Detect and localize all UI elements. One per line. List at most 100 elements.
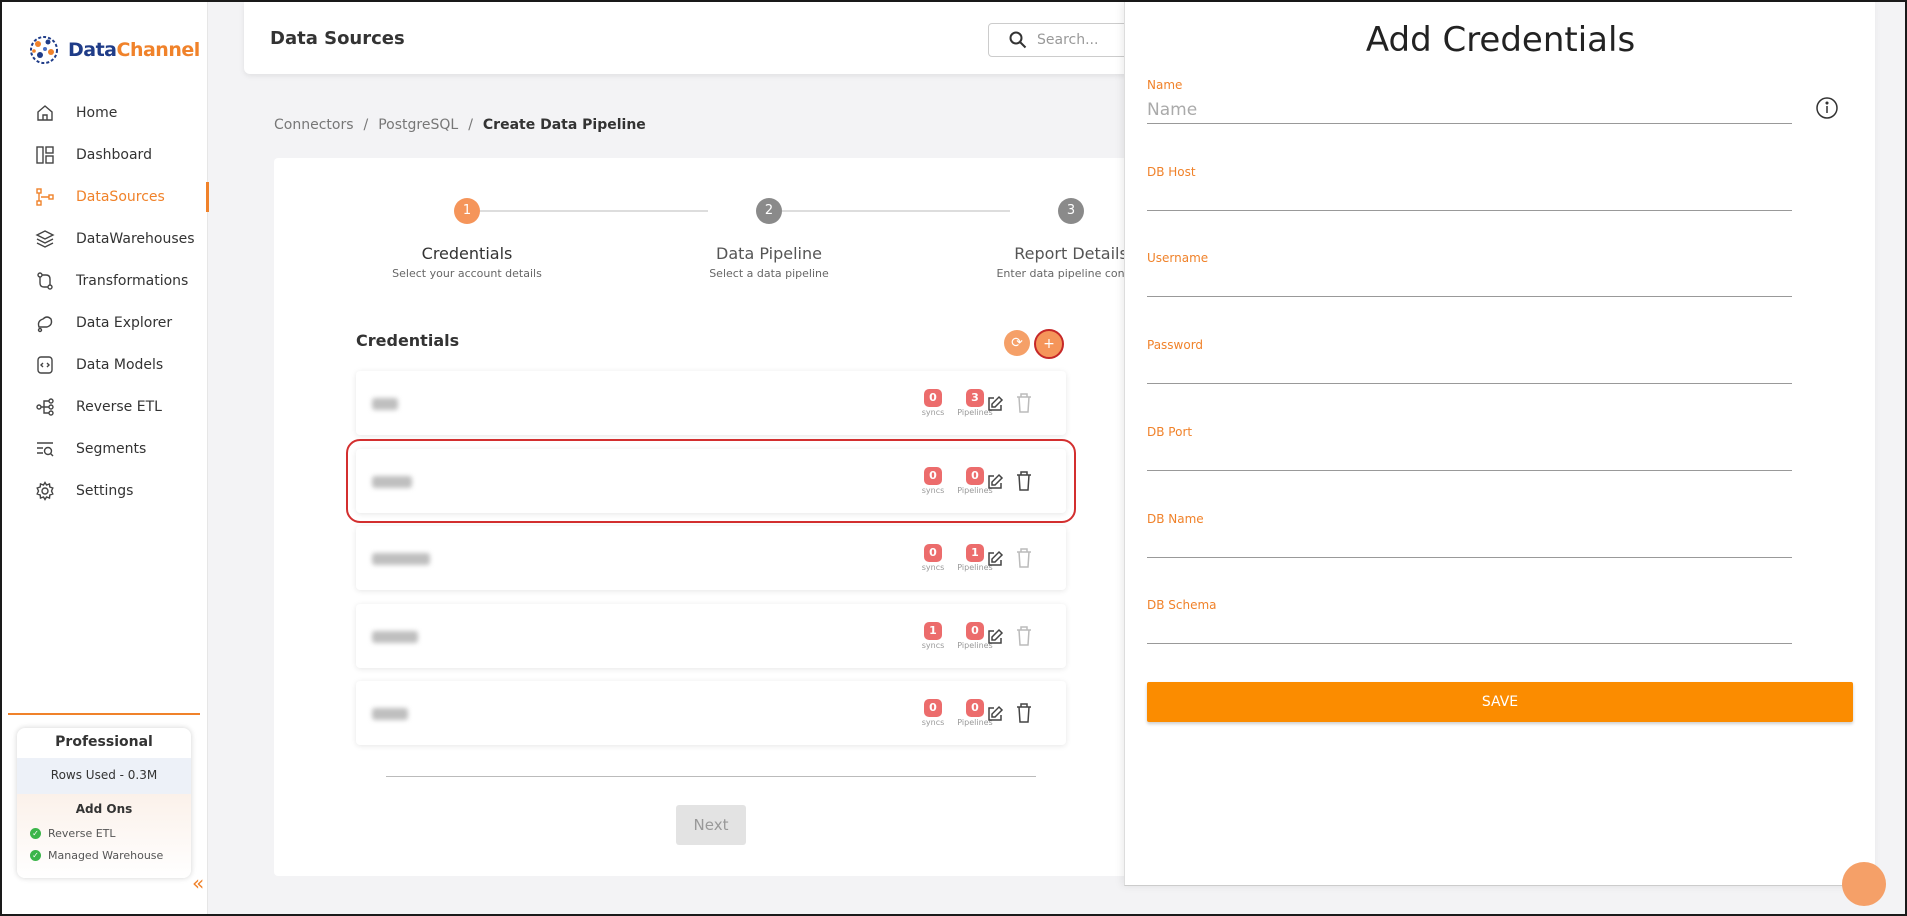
db-name-input[interactable] — [1147, 526, 1792, 558]
add-credential-button[interactable]: + — [1034, 329, 1064, 359]
db-port-field: DB Port — [1147, 425, 1792, 471]
syncs-badge: 1 — [924, 622, 942, 640]
breadcrumb-separator: / — [363, 117, 369, 133]
sidebar-item-data-models[interactable]: Data Models — [2, 344, 208, 386]
credential-name-redacted — [372, 631, 418, 643]
credential-name-redacted — [372, 476, 412, 488]
db-schema-input[interactable] — [1147, 612, 1792, 644]
db-host-input[interactable] — [1147, 179, 1792, 211]
addon-label: Managed Warehouse — [48, 848, 164, 862]
syncs-label: syncs — [921, 486, 945, 495]
name-label: Name — [1147, 78, 1183, 92]
search-input[interactable]: Search... — [1037, 32, 1098, 48]
plan-card: Professional Rows Used - 0.3M Add Ons ✓ R… — [17, 728, 191, 878]
addons-title: Add Ons — [75, 802, 133, 816]
step-connector — [782, 210, 1010, 212]
password-input[interactable] — [1147, 352, 1792, 384]
breadcrumb-postgresql[interactable]: PostgreSQL — [378, 117, 458, 133]
step-3-circle[interactable]: 3 — [1058, 198, 1084, 224]
trash-icon[interactable] — [1015, 547, 1033, 569]
db-port-input[interactable] — [1147, 439, 1792, 471]
step-2-circle[interactable]: 2 — [756, 198, 782, 224]
segments-icon — [34, 438, 56, 460]
edit-icon[interactable] — [986, 705, 1004, 723]
transform-icon — [34, 270, 56, 292]
credential-row[interactable]: 0 syncs 3 Pipelines — [356, 371, 1066, 435]
username-input[interactable] — [1147, 265, 1792, 297]
sidebar-item-data-explorer[interactable]: Data Explorer — [2, 302, 208, 344]
breadcrumb-current: Create Data Pipeline — [482, 117, 646, 133]
credential-row[interactable]: 0 syncs 1 Pipelines — [356, 526, 1066, 590]
edit-icon[interactable] — [986, 395, 1004, 413]
syncs-label: syncs — [921, 718, 945, 727]
db-schema-field: DB Schema — [1147, 598, 1792, 644]
check-circle-icon: ✓ — [30, 849, 41, 861]
sidebar-item-reverse-etl[interactable]: Reverse ETL — [2, 386, 208, 428]
edit-icon[interactable] — [986, 473, 1004, 491]
pipelines-badge: 0 — [966, 699, 984, 717]
step-2-name: Data Pipeline — [716, 244, 822, 263]
password-label: Password — [1147, 338, 1204, 352]
sidebar-item-datawarehouses[interactable]: DataWarehouses — [2, 218, 208, 260]
db-name-label: DB Name — [1147, 512, 1204, 526]
edit-icon[interactable] — [986, 628, 1004, 646]
syncs-badge: 0 — [924, 389, 942, 407]
trash-icon[interactable] — [1015, 470, 1033, 492]
credential-row[interactable]: 0 syncs 0 Pipelines — [356, 681, 1066, 745]
sidebar-item-transformations[interactable]: Transformations — [2, 260, 208, 302]
sidebar-item-dashboard[interactable]: Dashboard — [2, 134, 208, 176]
db-host-field: DB Host — [1147, 165, 1792, 211]
syncs-count: 0 syncs — [912, 541, 954, 572]
explorer-icon — [34, 312, 56, 334]
db-name-field: DB Name — [1147, 512, 1792, 558]
next-button[interactable]: Next — [676, 805, 746, 845]
page-title: Data Sources — [270, 28, 405, 49]
chat-widget-icon[interactable] — [1842, 862, 1886, 906]
save-button[interactable]: SAVE — [1147, 682, 1853, 722]
trash-icon[interactable] — [1015, 625, 1033, 647]
syncs-count: 0 syncs — [912, 464, 954, 495]
models-icon — [34, 354, 56, 376]
step-2-desc: Select a data pipeline — [709, 267, 829, 280]
refresh-button[interactable]: ⟳ — [1004, 330, 1030, 356]
info-icon[interactable] — [1815, 96, 1839, 120]
syncs-label: syncs — [921, 641, 945, 650]
addon-item: ✓ Managed Warehouse — [17, 844, 191, 866]
sidebar-item-label: DataWarehouses — [76, 231, 195, 247]
plan-addons: Add Ons ✓ Reverse ETL ✓ Managed Warehouse — [17, 794, 191, 878]
brand-logo[interactable]: DataChannel — [26, 32, 200, 68]
username-field: Username — [1147, 251, 1792, 297]
sidebar-item-segments[interactable]: Segments — [2, 428, 208, 470]
sidebar: DataChannel Home Dashboard DataSources D… — [2, 2, 209, 914]
credential-row-highlighted[interactable]: 0 syncs 0 Pipelines — [346, 439, 1076, 523]
pipelines-badge: 3 — [966, 389, 984, 407]
sidebar-item-datasources[interactable]: DataSources — [2, 176, 209, 218]
syncs-badge: 0 — [924, 467, 942, 485]
edit-icon[interactable] — [986, 550, 1004, 568]
step-1-name: Credentials — [421, 244, 513, 263]
credential-row[interactable]: 1 syncs 0 Pipelines — [356, 604, 1066, 668]
step-1-circle[interactable]: 1 — [454, 198, 480, 224]
syncs-label: syncs — [921, 408, 945, 417]
syncs-label: syncs — [921, 563, 945, 572]
sidebar-item-label: Reverse ETL — [76, 399, 162, 415]
breadcrumb-separator: / — [468, 117, 473, 133]
syncs-count: 1 syncs — [912, 619, 954, 650]
name-input[interactable] — [1147, 92, 1792, 124]
breadcrumb-connectors[interactable]: Connectors — [274, 117, 354, 133]
sidebar-item-settings[interactable]: Settings — [2, 470, 208, 512]
credential-name-redacted — [372, 398, 398, 410]
sidebar-item-label: Data Explorer — [76, 315, 173, 331]
sidebar-item-home[interactable]: Home — [2, 92, 208, 134]
syncs-count: 0 syncs — [912, 386, 954, 417]
collapse-sidebar-icon[interactable]: « — [192, 871, 204, 895]
trash-icon[interactable] — [1015, 702, 1033, 724]
trash-icon[interactable] — [1015, 392, 1033, 414]
search-icon — [1009, 31, 1027, 49]
brand-name: DataChannel — [68, 39, 200, 61]
sidebar-nav: Home Dashboard DataSources DataWarehouse… — [2, 92, 209, 512]
sidebar-item-label: Data Models — [76, 357, 164, 373]
step-1-desc: Select your account details — [392, 267, 542, 280]
db-schema-label: DB Schema — [1147, 598, 1217, 612]
home-icon — [34, 102, 56, 124]
